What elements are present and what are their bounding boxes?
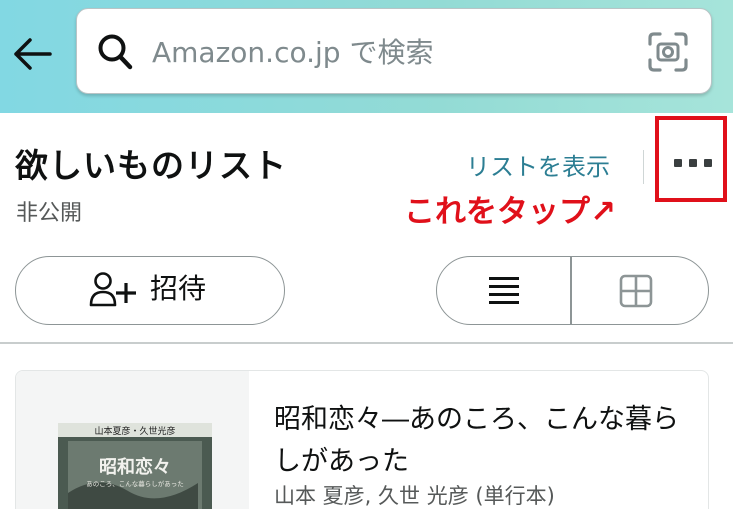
list-view-icon <box>489 277 519 304</box>
top-header: Amazon.co.jp で検索 <box>0 0 733 113</box>
section-divider <box>0 342 733 344</box>
list-title: 欲しいものリスト <box>15 146 287 185</box>
grid-view-button[interactable] <box>572 257 708 324</box>
back-button[interactable] <box>10 32 54 76</box>
more-options-button[interactable] <box>655 116 727 202</box>
cover-authors: 山本夏彦・久世光彦 <box>94 425 175 437</box>
more-dots-icon <box>674 159 712 167</box>
item-author: 山本 夏彦, 久世 光彦 (単行本) <box>274 484 555 508</box>
arrow-left-icon <box>14 38 52 70</box>
item-thumbnail[interactable]: 山本夏彦・久世光彦 昭和恋々 あのころ、こんな暮らしがあった <box>16 371 249 509</box>
invite-label: 招待 <box>150 272 207 305</box>
search-placeholder: Amazon.co.jp で検索 <box>152 36 434 69</box>
camera-scan-icon[interactable] <box>647 31 689 73</box>
privacy-status: 非公開 <box>16 201 83 226</box>
add-person-icon <box>89 272 136 307</box>
cover-subtitle: あのころ、こんな暮らしがあった <box>86 479 184 488</box>
search-icon[interactable] <box>96 31 136 73</box>
list-item[interactable]: 山本夏彦・久世光彦 昭和恋々 あのころ、こんな暮らしがあった 昭和恋々―あのころ… <box>15 370 709 509</box>
view-toggle <box>436 256 709 325</box>
grid-view-icon <box>619 274 653 308</box>
cover-title: 昭和恋々 <box>99 456 171 478</box>
view-list-link[interactable]: リストを表示 <box>466 155 610 179</box>
search-field[interactable]: Amazon.co.jp で検索 <box>76 8 712 94</box>
item-title[interactable]: 昭和恋々―あのころ、こんな暮らしがあった <box>274 399 694 483</box>
list-view-button[interactable] <box>437 257 570 324</box>
book-cover-image: 山本夏彦・久世光彦 昭和恋々 あのころ、こんな暮らしがあった <box>58 423 212 509</box>
tap-annotation: これをタップ↗ <box>404 194 616 230</box>
invite-button[interactable]: 招待 <box>15 256 285 325</box>
header-divider <box>643 150 644 184</box>
